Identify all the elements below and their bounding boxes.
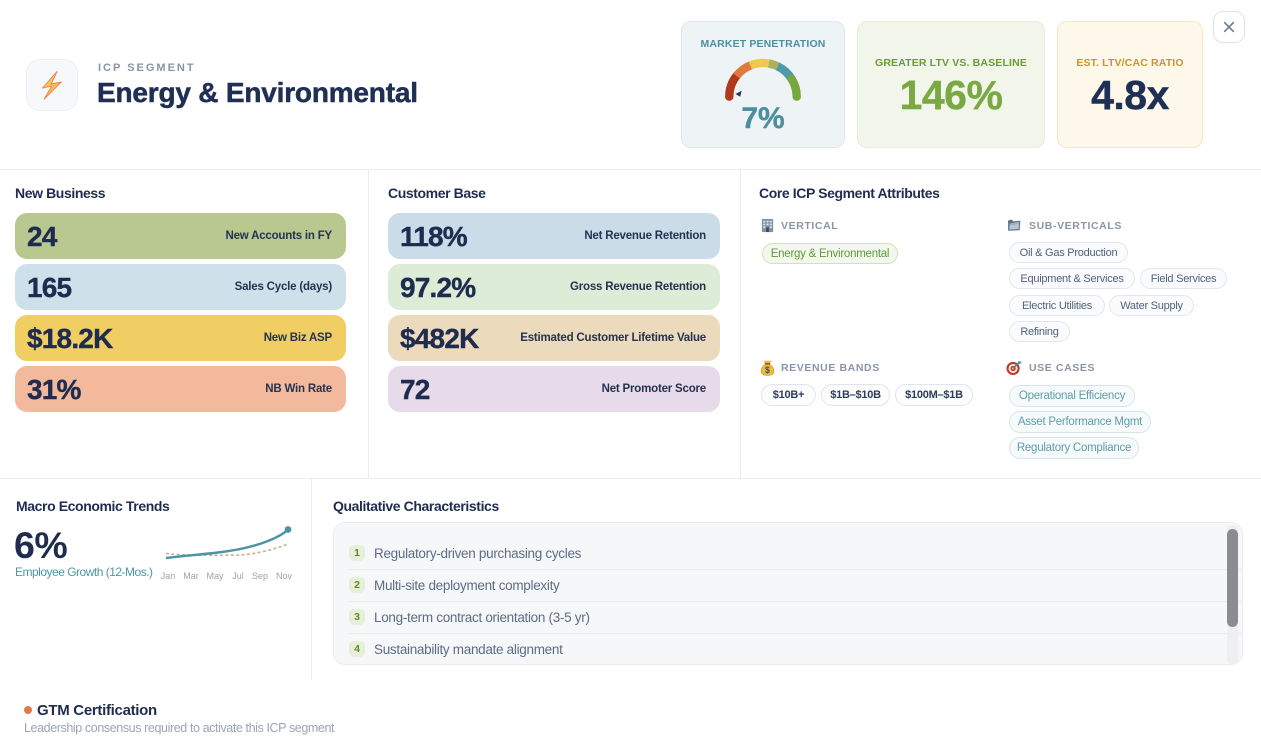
svg-text:Sep: Sep (252, 571, 268, 581)
svg-text:Jul: Jul (232, 571, 244, 581)
svg-text:Nov: Nov (276, 571, 293, 581)
svg-text:May: May (206, 571, 224, 581)
svg-text:$: $ (765, 365, 770, 375)
svg-text:Mar: Mar (183, 571, 199, 581)
svg-text:Jan: Jan (161, 571, 176, 581)
